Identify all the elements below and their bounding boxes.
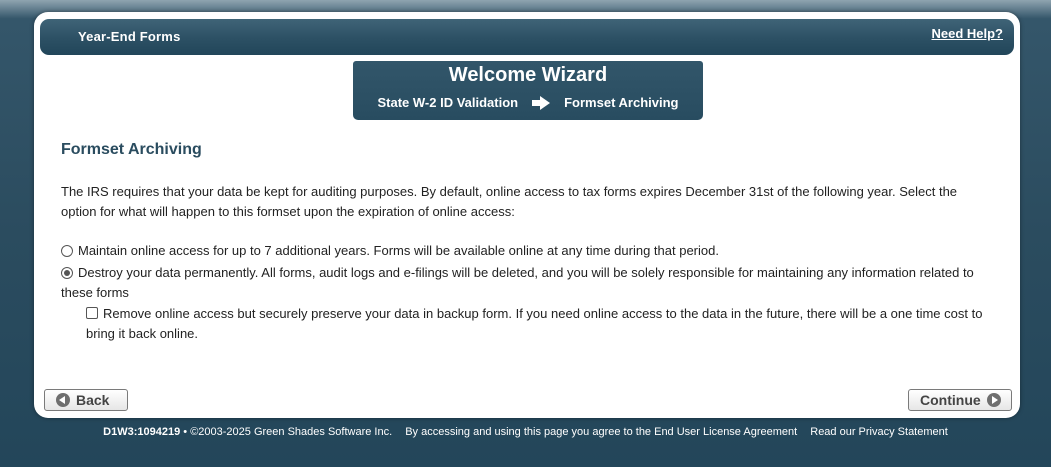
option-label: Remove online access but securely preser… bbox=[86, 306, 983, 341]
option-destroy-data[interactable]: Destroy your data permanently. All forms… bbox=[61, 263, 1001, 303]
footer-build: D1W3:1094219 • ©2003-2025 Green Shades S… bbox=[103, 426, 393, 438]
back-button-label: Back bbox=[76, 392, 110, 408]
eula-link[interactable]: By accessing and using this page you agr… bbox=[405, 426, 797, 438]
option-label: Maintain online access for up to 7 addit… bbox=[78, 243, 719, 258]
need-help-link[interactable]: Need Help? bbox=[931, 26, 1003, 41]
main-panel: Year-End Forms Need Help? Welcome Wizard… bbox=[34, 12, 1020, 418]
header-bar: Year-End Forms Need Help? bbox=[40, 19, 1014, 55]
wizard-step-formset-archiving: Formset Archiving bbox=[564, 95, 679, 110]
option-remove-access[interactable]: Remove online access but securely preser… bbox=[86, 304, 1006, 344]
back-button[interactable]: Back bbox=[44, 389, 128, 411]
checkbox-remove-access[interactable] bbox=[86, 307, 98, 319]
back-arrow-icon bbox=[56, 393, 70, 407]
continue-button-label: Continue bbox=[920, 392, 981, 408]
continue-arrow-icon bbox=[986, 393, 1001, 407]
app-title: Year-End Forms bbox=[78, 29, 181, 44]
option-maintain-access[interactable]: Maintain online access for up to 7 addit… bbox=[61, 241, 991, 261]
continue-button[interactable]: Continue bbox=[908, 389, 1012, 411]
wizard-title: Welcome Wizard bbox=[448, 64, 608, 86]
radio-destroy-data[interactable] bbox=[61, 267, 73, 279]
radio-maintain-access[interactable] bbox=[61, 245, 73, 257]
intro-text: The IRS requires that your data be kept … bbox=[61, 184, 958, 219]
wizard-header: Welcome Wizard State W-2 ID Validation F… bbox=[353, 61, 703, 120]
footer: D1W3:1094219 • ©2003-2025 Green Shades S… bbox=[0, 426, 1051, 438]
section-title: Formset Archiving bbox=[61, 141, 202, 158]
wizard-step-state-w2: State W-2 ID Validation bbox=[377, 95, 519, 110]
option-label: Destroy your data permanently. All forms… bbox=[61, 265, 974, 300]
right-arrow-icon bbox=[532, 95, 551, 110]
wizard-steps: State W-2 ID Validation Formset Archivin… bbox=[353, 95, 703, 110]
privacy-link[interactable]: Read our Privacy Statement bbox=[810, 426, 948, 438]
